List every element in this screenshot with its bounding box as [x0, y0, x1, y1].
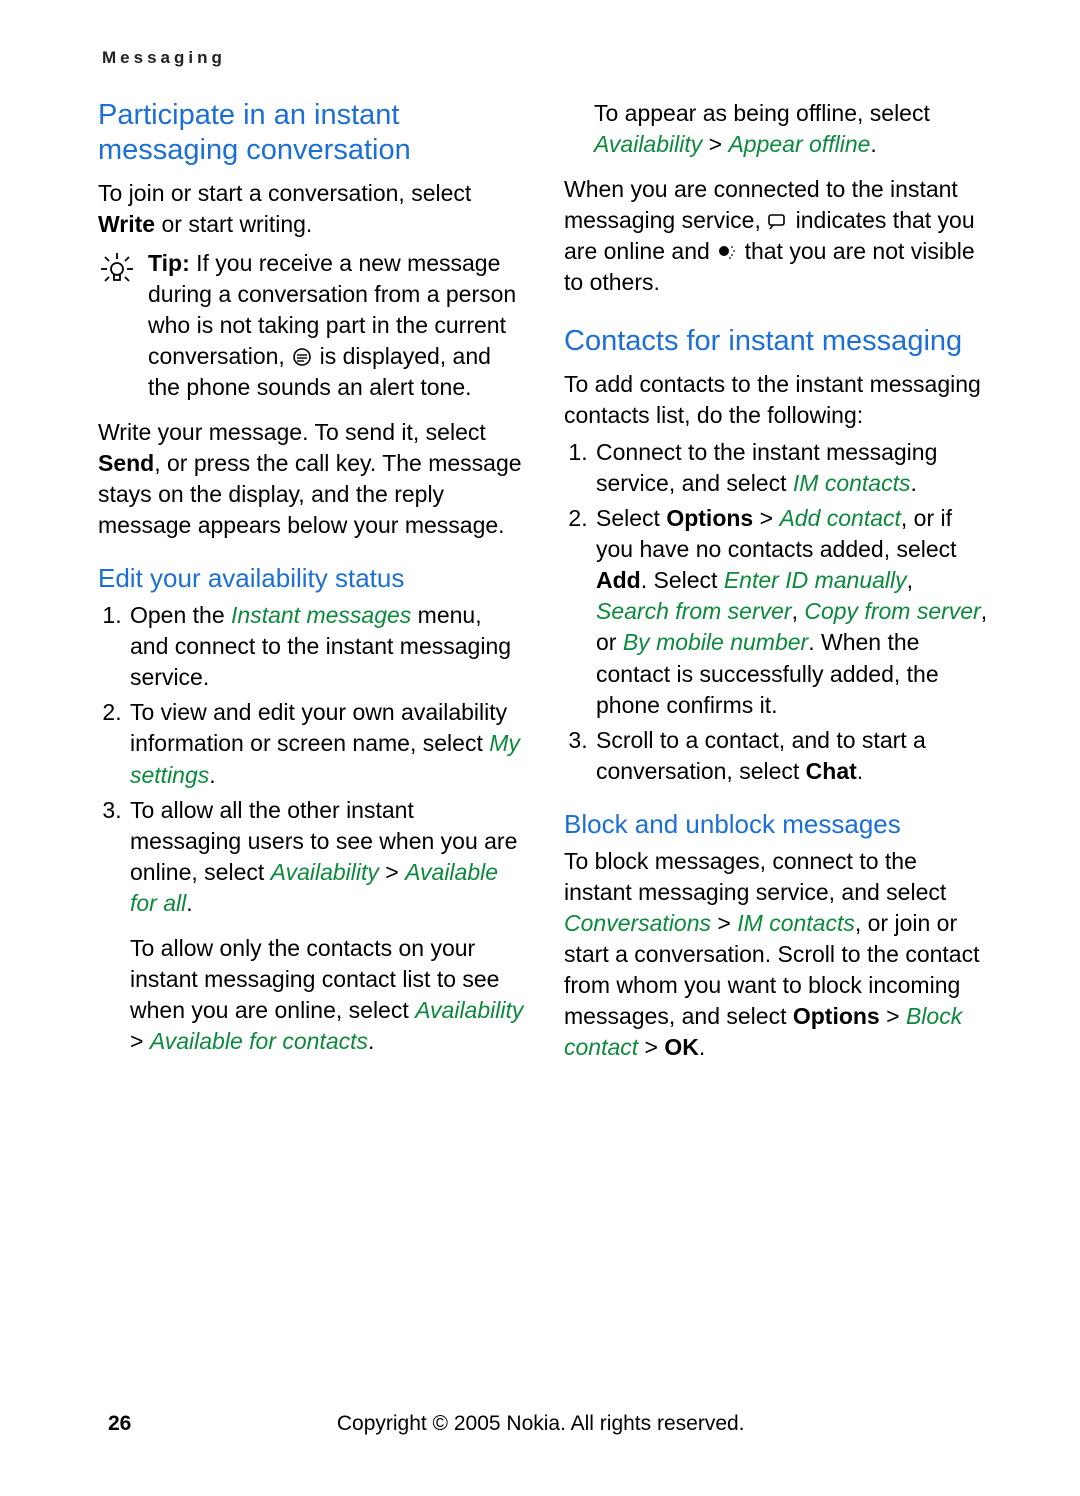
bold-ok: OK: [664, 1034, 699, 1060]
list-subparagraph: To allow only the contacts on your insta…: [130, 933, 524, 1057]
paragraph: To block messages, connect to the instan…: [564, 846, 990, 1063]
heading-block-unblock: Block and unblock messages: [564, 809, 990, 840]
tip-block: Tip: If you receive a new message during…: [98, 248, 524, 403]
menu-im-contacts: IM contacts: [793, 470, 911, 496]
text: ,: [907, 567, 913, 593]
paragraph: Write your message. To send it, select S…: [98, 417, 524, 541]
paragraph: To appear as being offline, select Avail…: [594, 98, 990, 160]
right-column: To appear as being offline, select Avail…: [564, 98, 990, 1382]
text: .: [910, 470, 916, 496]
copyright-text: Copyright © 2005 Nokia. All rights reser…: [131, 1412, 950, 1436]
page-number: 26: [108, 1412, 131, 1436]
heading-contacts: Contacts for instant messaging: [564, 324, 990, 359]
text: >: [638, 1034, 664, 1060]
text: To view and edit your own availability i…: [130, 699, 507, 756]
text: .: [870, 131, 876, 157]
text: To join or start a conversation, select: [98, 180, 471, 206]
tip-icon: [98, 248, 136, 403]
menu-im-contacts: IM contacts: [737, 910, 855, 936]
text: >: [711, 910, 737, 936]
list-item: Connect to the instant messaging service…: [594, 437, 990, 499]
bold-options: Options: [793, 1003, 880, 1029]
text: To appear as being offline, select: [594, 100, 930, 126]
text: .: [186, 890, 192, 916]
text: ,: [792, 598, 805, 624]
text: .: [209, 762, 215, 788]
text: >: [880, 1003, 906, 1029]
text: >: [753, 505, 779, 531]
text: .: [368, 1028, 374, 1054]
tip-text: Tip: If you receive a new message during…: [148, 248, 524, 403]
text: .: [857, 758, 863, 784]
list-item: Select Options > Add contact, or if you …: [594, 503, 990, 720]
bold-chat: Chat: [806, 758, 857, 784]
section-header: Messaging: [102, 48, 990, 68]
menu-appear-offline: Appear offline: [728, 131, 870, 157]
menu-enter-id-manually: Enter ID manually: [724, 567, 907, 593]
menu-instant-messages: Instant messages: [231, 602, 411, 628]
menu-availability: Availability: [594, 131, 702, 157]
menu-by-mobile-number: By mobile number: [623, 629, 808, 655]
text: Scroll to a contact, and to start a conv…: [596, 727, 926, 784]
menu-copy-from-server: Copy from server: [804, 598, 980, 624]
page-footer: 26 Copyright © 2005 Nokia. All rights re…: [98, 1412, 990, 1456]
text: Open the: [130, 602, 231, 628]
heading-edit-availability: Edit your availability status: [98, 563, 524, 594]
text: . Select: [641, 567, 724, 593]
list-item: Scroll to a contact, and to start a conv…: [594, 725, 990, 787]
new-message-icon: [291, 343, 313, 361]
paragraph: To add contacts to the instant messaging…: [564, 369, 990, 431]
list-item: To view and edit your own availability i…: [128, 697, 524, 790]
text: Select: [596, 505, 666, 531]
paragraph: To join or start a conversation, select …: [98, 178, 524, 240]
bold-add: Add: [596, 567, 641, 593]
menu-availability: Availability: [415, 997, 523, 1023]
menu-add-contact: Add contact: [779, 505, 900, 531]
menu-search-from-server: Search from server: [596, 598, 792, 624]
menu-available-for-contacts: Available for contacts: [150, 1028, 368, 1054]
text: >: [379, 859, 405, 885]
list-item: Open the Instant messages menu, and conn…: [128, 600, 524, 693]
heading-participate: Participate in an instant messaging conv…: [98, 98, 524, 168]
online-icon: [767, 207, 789, 225]
text: >: [130, 1028, 150, 1054]
text: To block messages, connect to the instan…: [564, 848, 946, 905]
tip-label: Tip:: [148, 250, 196, 276]
text: >: [702, 131, 728, 157]
bold-write: Write: [98, 211, 155, 237]
text: , or press the call key. The message sta…: [98, 450, 522, 538]
bold-send: Send: [98, 450, 154, 476]
text: .: [699, 1034, 705, 1060]
invisible-icon: [716, 238, 738, 256]
list-item: To allow all the other instant messaging…: [128, 795, 524, 1057]
paragraph: When you are connected to the instant me…: [564, 174, 990, 298]
menu-availability: Availability: [271, 859, 379, 885]
availability-steps: Open the Instant messages menu, and conn…: [98, 600, 524, 1057]
contacts-steps: Connect to the instant messaging service…: [564, 437, 990, 787]
text: or start writing.: [155, 211, 312, 237]
left-column: Participate in an instant messaging conv…: [98, 98, 524, 1382]
bold-options: Options: [666, 505, 753, 531]
text: Write your message. To send it, select: [98, 419, 486, 445]
menu-conversations: Conversations: [564, 910, 711, 936]
